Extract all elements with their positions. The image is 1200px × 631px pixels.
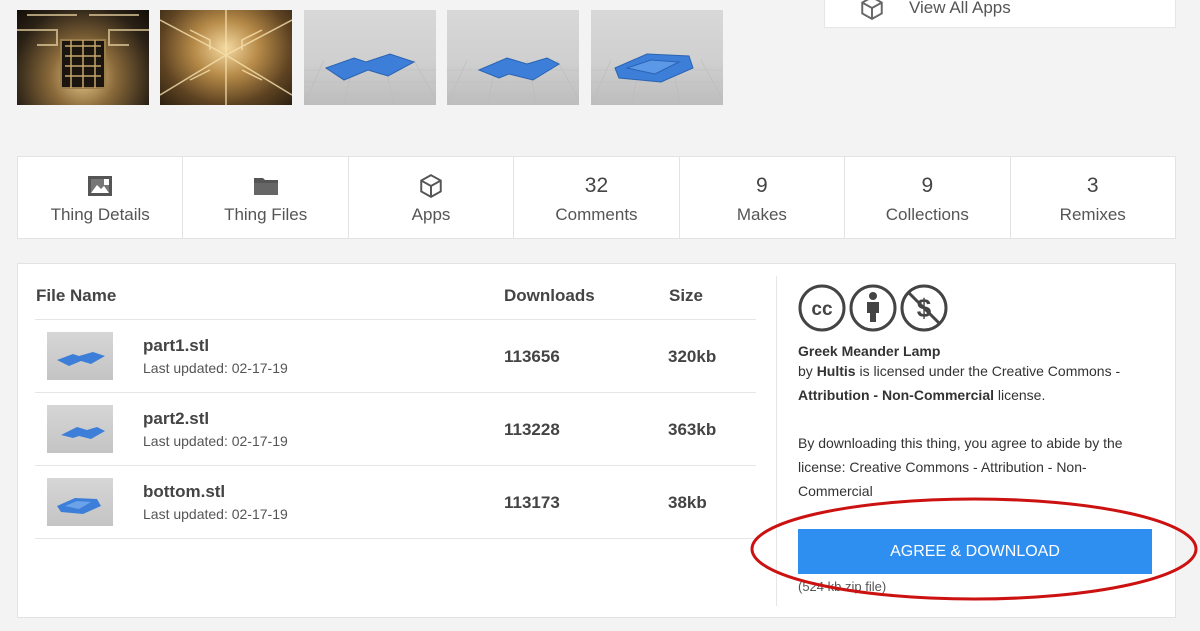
- view-all-apps-label: View All Apps: [909, 0, 1011, 17]
- tab-apps[interactable]: Apps: [349, 157, 515, 238]
- tab-label: Makes: [736, 204, 787, 224]
- zip-file-info: (524 kb zip file): [798, 579, 887, 594]
- file-size: 320kb: [668, 347, 717, 366]
- cube-icon: [861, 0, 883, 20]
- thumbnail-photo-1[interactable]: [17, 10, 149, 105]
- cube-icon: [420, 173, 442, 198]
- makes-count: 9: [756, 173, 768, 197]
- tab-label: Comments: [555, 204, 638, 224]
- tab-thing-details[interactable]: Thing Details: [18, 157, 184, 238]
- folder-icon: [253, 177, 278, 195]
- agree-download-button[interactable]: AGREE & DOWNLOAD: [798, 529, 1152, 574]
- tab-comments[interactable]: 32 Comments: [514, 157, 680, 238]
- tab-makes[interactable]: 9 Makes: [680, 157, 846, 238]
- non-commercial-icon: $: [900, 284, 948, 332]
- tab-label: Remixes: [1059, 204, 1126, 224]
- tab-remixes[interactable]: 3 Remixes: [1011, 157, 1175, 238]
- thing-tabs: Thing Details Thing Files Apps 32 Commen…: [17, 156, 1176, 239]
- file-list-header: File Name Downloads Size: [35, 264, 756, 320]
- thumbnail-render-bottom[interactable]: [591, 10, 723, 105]
- svg-text:cc: cc: [811, 299, 833, 320]
- thumbnail-render-part1[interactable]: [304, 10, 436, 105]
- license-section: cc $ Greek Meander Lamp by Hultis is lic…: [798, 284, 1158, 503]
- license-text: by Hultis is licensed under the Creative…: [798, 363, 1121, 403]
- file-name[interactable]: bottom.stl: [143, 482, 225, 502]
- thumbnail-render-part2[interactable]: [447, 10, 579, 105]
- tab-thing-files[interactable]: Thing Files: [183, 157, 349, 238]
- file-thumbnail[interactable]: [47, 332, 113, 380]
- file-name[interactable]: part1.stl: [143, 336, 209, 356]
- file-downloads: 113656: [504, 347, 560, 366]
- file-thumbnail[interactable]: [47, 405, 113, 453]
- file-size: 38kb: [668, 493, 707, 512]
- collections-count: 9: [921, 173, 934, 197]
- files-panel: File Name Downloads Size part1.stl Last …: [17, 263, 1176, 618]
- file-name-header: File Name: [36, 286, 117, 305]
- file-list: File Name Downloads Size part1.stl Last …: [35, 264, 756, 539]
- tab-collections[interactable]: 9 Collections: [845, 157, 1011, 238]
- license-link[interactable]: Attribution - Non-Commercial: [798, 387, 994, 403]
- view-all-apps-button[interactable]: View All Apps: [824, 0, 1176, 28]
- file-updated: Last updated: 02-17-19: [143, 433, 288, 449]
- thing-name[interactable]: Greek Meander Lamp: [798, 343, 1158, 359]
- file-thumbnail[interactable]: [47, 478, 113, 526]
- cc-icon: cc: [798, 284, 846, 332]
- file-updated: Last updated: 02-17-19: [143, 360, 288, 376]
- tab-label: Thing Files: [224, 204, 308, 224]
- file-name[interactable]: part2.stl: [143, 409, 209, 429]
- downloads-header: Downloads: [504, 286, 595, 305]
- agree-text: By downloading this thing, you agree to …: [798, 435, 1123, 499]
- tab-label: Collections: [885, 204, 969, 224]
- file-downloads: 113173: [504, 493, 560, 512]
- thumbnail-photo-2[interactable]: [160, 10, 292, 105]
- file-updated: Last updated: 02-17-19: [143, 506, 288, 522]
- file-row[interactable]: part2.stl Last updated: 02-17-19 113228 …: [35, 393, 756, 466]
- tab-label: Apps: [411, 204, 451, 224]
- attribution-icon: [849, 284, 897, 332]
- panel-divider: [776, 276, 777, 606]
- file-row[interactable]: bottom.stl Last updated: 02-17-19 113173…: [35, 466, 756, 539]
- image-icon: [88, 175, 113, 196]
- comments-count: 32: [584, 173, 609, 197]
- author-link[interactable]: Hultis: [817, 363, 856, 379]
- file-size: 363kb: [668, 420, 717, 439]
- file-row[interactable]: part1.stl Last updated: 02-17-19 113656 …: [35, 320, 756, 393]
- tab-label: Thing Details: [50, 204, 150, 224]
- size-header: Size: [669, 286, 704, 305]
- license-icons[interactable]: cc $: [798, 284, 1158, 332]
- remixes-count: 3: [1086, 173, 1099, 197]
- file-downloads: 113228: [504, 420, 560, 439]
